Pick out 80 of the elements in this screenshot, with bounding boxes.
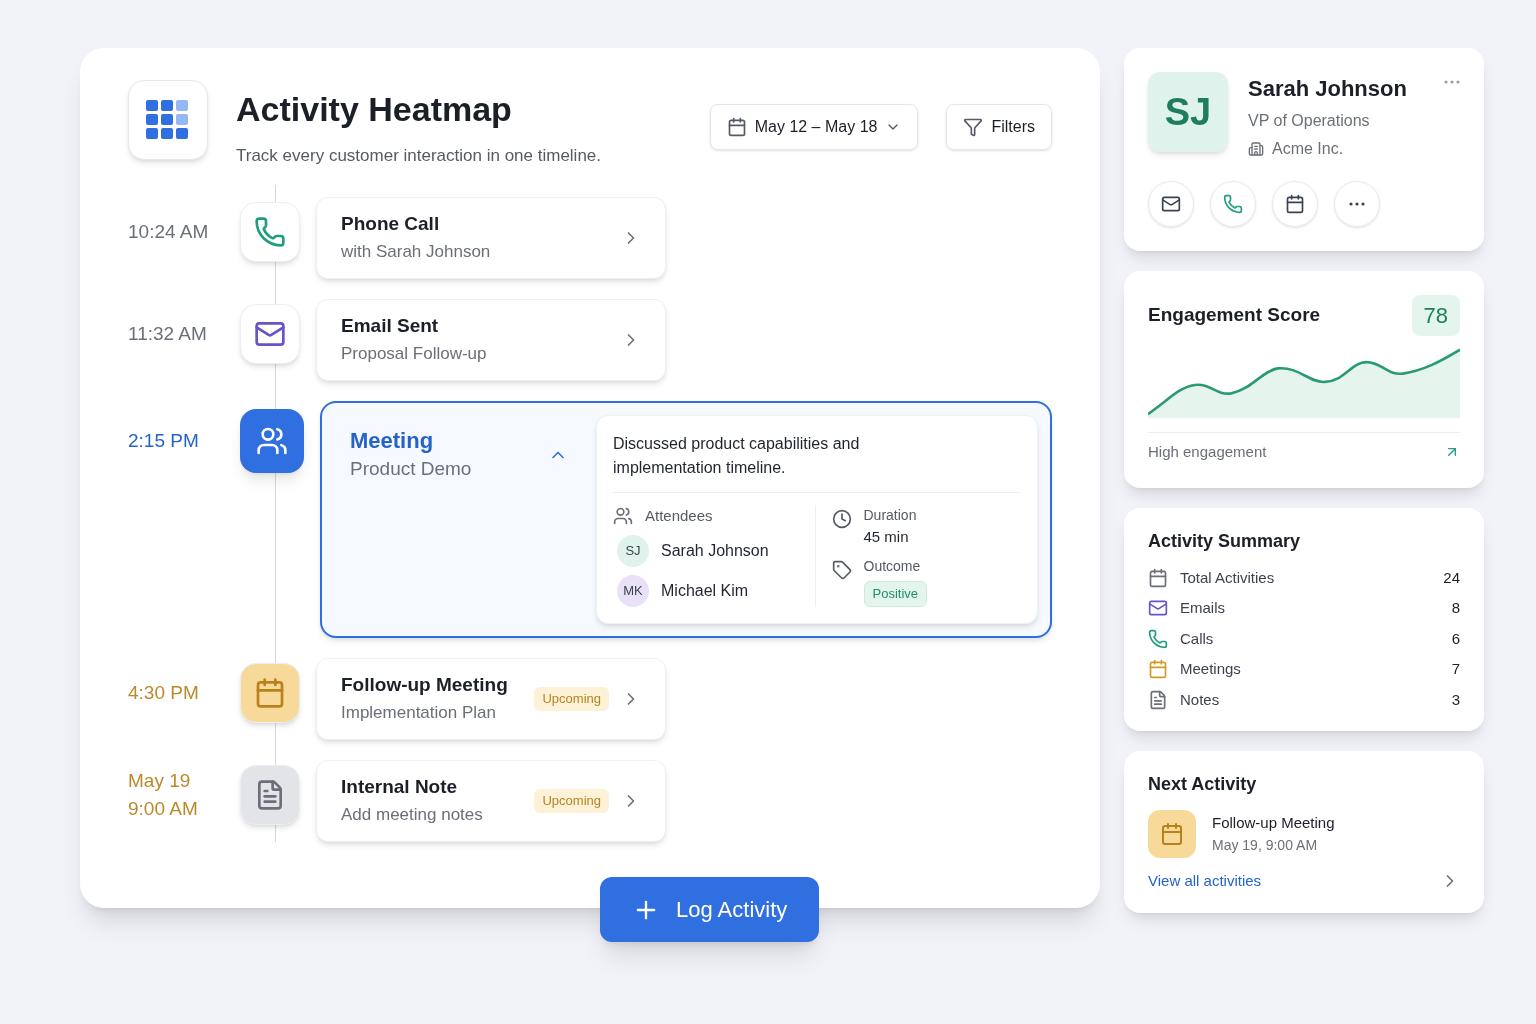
- summary-label: Calls: [1180, 628, 1215, 649]
- next-activity-time: May 19, 9:00 AM: [1212, 835, 1319, 855]
- attendee-avatar: MK: [617, 575, 649, 607]
- calendar-icon: [254, 677, 286, 709]
- people-icon: [613, 505, 633, 526]
- summary-count: 8: [1451, 598, 1460, 618]
- profile-name: Sarah Johnson: [1248, 75, 1408, 103]
- meeting-summary: Discussed product capabilities and implementation timeline.: [613, 433, 861, 478]
- phone-icon: [254, 215, 286, 248]
- time-label: 2:15 PM: [128, 428, 199, 453]
- more-icon: [1444, 80, 1460, 84]
- summary-count: 3: [1451, 689, 1460, 710]
- calendar-icon: [1285, 194, 1305, 214]
- attendee-name: Sarah Johnson: [661, 541, 769, 561]
- time-label: 4:30 PM: [128, 681, 199, 705]
- activity-card[interactable]: Internal Note Add meeting notes Upcoming: [316, 760, 666, 842]
- profile-company: Acme Inc.: [1272, 139, 1344, 159]
- next-activity-title: Next Activity: [1148, 773, 1258, 796]
- mail-icon: [1148, 598, 1168, 619]
- summary-count: 7: [1451, 659, 1460, 679]
- engagement-score: 78: [1411, 295, 1460, 336]
- summary-label: Meetings: [1180, 659, 1242, 679]
- summary-label: Emails: [1180, 598, 1226, 618]
- page-subtitle: Track every customer interaction in one timeline.: [236, 145, 603, 167]
- outcome-badge: Positive: [863, 581, 928, 607]
- time-label: May 19: [128, 769, 191, 793]
- activity-subtitle: Proposal Follow-up: [341, 342, 488, 365]
- note-icon: [1148, 689, 1168, 710]
- activity-title: Follow-up Meeting: [341, 673, 509, 697]
- summary-label: Notes: [1180, 689, 1221, 710]
- filters-button[interactable]: Filters: [946, 104, 1052, 150]
- summary-label: Total Activities: [1180, 567, 1276, 588]
- filter-icon: [963, 117, 984, 137]
- calendar-icon: [1148, 659, 1168, 680]
- status-badge: Upcoming: [534, 687, 609, 711]
- activity-title: Phone Call: [341, 211, 441, 236]
- calendar-icon: [1160, 822, 1184, 846]
- activity-title: Internal Note: [341, 775, 459, 799]
- profile-avatar: SJ: [1148, 72, 1228, 152]
- expanded-activity-card[interactable]: Meeting Product Demo Discussed product capabilities and implementation timeline. Attendees SJ Sarah Johnson MK Michael Kim Duration 45 min Outcome Positive: [320, 400, 1052, 638]
- summary-title: Activity Summary: [1148, 529, 1302, 553]
- tag-icon: [831, 560, 852, 580]
- status-badge: Upcoming: [534, 789, 609, 813]
- duration-value: 45 min: [863, 526, 910, 547]
- engagement-title: Engagement Score: [1148, 303, 1321, 328]
- attendee-avatar: SJ: [617, 535, 649, 567]
- time-label: 10:24 AM: [128, 219, 209, 244]
- activity-subtitle: Product Demo: [350, 456, 473, 481]
- date-range-button[interactable]: May 12 – May 18: [709, 104, 919, 150]
- phone-icon: [1223, 194, 1243, 214]
- activity-title: Email Sent: [341, 313, 440, 338]
- outcome-label: Outcome: [863, 557, 921, 576]
- activity-subtitle: Implementation Plan: [341, 702, 497, 724]
- clock-icon: [831, 508, 852, 529]
- log-activity-button[interactable]: Log Activity: [600, 877, 820, 942]
- calendar-icon: [1148, 567, 1168, 588]
- activity-card[interactable]: Phone Call with Sarah Johnson: [316, 196, 666, 279]
- more-icon: [1349, 202, 1365, 206]
- attendee-name: Michael Kim: [661, 581, 749, 601]
- activity-subtitle: with Sarah Johnson: [341, 240, 492, 263]
- attendees-label: Attendees: [645, 505, 713, 526]
- activity-card[interactable]: Follow-up Meeting Implementation Plan Upcoming: [316, 658, 666, 740]
- summary-count: 24: [1443, 567, 1460, 588]
- grid-icon: [146, 100, 190, 140]
- time-label: 11:32 AM: [128, 321, 207, 346]
- next-activity-name: Follow-up Meeting: [1212, 813, 1335, 834]
- view-all-link[interactable]: View all activities: [1148, 870, 1262, 893]
- engagement-caption: High engagement: [1148, 442, 1267, 462]
- activity-card[interactable]: Email Sent Proposal Follow-up: [316, 298, 666, 381]
- profile-role: VP of Operations: [1248, 111, 1371, 131]
- building-icon: [1248, 141, 1264, 157]
- time-label: 9:00 AM: [128, 797, 198, 821]
- activity-title: Meeting: [350, 426, 435, 455]
- phone-icon: [1148, 628, 1168, 649]
- summary-count: 6: [1451, 628, 1460, 649]
- mail-icon: [1161, 194, 1181, 214]
- calendar-icon: [726, 117, 747, 137]
- page-title: Activity Heatmap: [236, 89, 513, 130]
- duration-label: Duration: [863, 505, 917, 525]
- activity-subtitle: Add meeting notes: [341, 804, 484, 826]
